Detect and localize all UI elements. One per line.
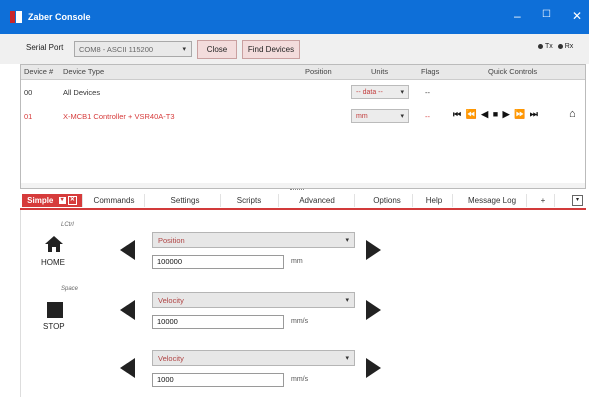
serial-port-bar: Serial Port COM8 - ASCII 115200 ▾ Close … <box>0 34 589 64</box>
move-type-select[interactable]: Position ▾ <box>152 232 355 248</box>
flags-value: -- <box>425 112 430 121</box>
move-left-button[interactable] <box>120 300 135 320</box>
simple-panel: LCtrl HOME Space STOP Position ▾ 100000 … <box>20 210 587 397</box>
device-num: 01 <box>24 112 33 121</box>
col-device-num: Device # <box>24 67 54 76</box>
tab-strip: Simple ▾ ✕ Commands Settings Scripts Adv… <box>20 192 586 210</box>
tx-label: Tx <box>545 43 553 50</box>
home-shortcut-key: LCtrl <box>61 222 74 228</box>
tx-dot-icon <box>538 43 543 49</box>
move-left-button[interactable] <box>120 358 135 378</box>
home-label: HOME <box>41 258 65 267</box>
device-type: All Devices <box>63 88 101 97</box>
tab-scripts[interactable]: Scripts <box>220 194 279 207</box>
device-table: Device # Device Type Position Units Flag… <box>20 64 586 189</box>
units-select[interactable]: mm ▾ <box>351 109 409 123</box>
quick-controls-icons[interactable]: ⏮ ⏪ ◀ ■ ▶ ⏩ ⏭ <box>453 109 539 119</box>
move-value-input[interactable]: 100000 <box>152 255 284 269</box>
move-type-value: Velocity <box>158 296 184 305</box>
table-header: Device # Device Type Position Units Flag… <box>21 65 585 80</box>
tab-commands[interactable]: Commands <box>84 194 145 207</box>
stop-shortcut-key: Space <box>61 286 79 292</box>
units-select[interactable]: -- data -- ▾ <box>351 85 409 99</box>
device-num: 00 <box>24 88 33 97</box>
move-unit: mm <box>291 258 303 265</box>
chevron-down-icon: ▾ <box>182 46 186 53</box>
device-type: X-MCB1 Controller + VSR40A-T3 <box>63 112 175 121</box>
quick-controls: ⏮ ⏪ ◀ ■ ▶ ⏩ ⏭ <box>453 109 539 120</box>
units-value: mm <box>356 113 368 120</box>
move-type-value: Position <box>158 236 185 245</box>
serial-port-value: COM8 - ASCII 115200 <box>79 45 154 54</box>
move-unit: mm/s <box>291 318 309 325</box>
chevron-down-icon: ▾ <box>345 297 349 304</box>
serial-port-select[interactable]: COM8 - ASCII 115200 ▾ <box>74 41 192 57</box>
home-icon <box>45 236 63 252</box>
flags-value: -- <box>425 88 430 97</box>
close-port-button[interactable]: Close <box>197 40 237 59</box>
chevron-down-icon: ▾ <box>345 237 349 244</box>
stop-label: STOP <box>43 322 65 331</box>
panel-menu-icon[interactable]: ▾ <box>572 195 583 206</box>
title-bar: Zaber Console – ☐ ✕ <box>0 0 589 34</box>
col-quick-controls: Quick Controls <box>488 67 538 76</box>
serial-port-label: Serial Port <box>26 43 64 52</box>
move-type-select[interactable]: Velocity ▾ <box>152 350 355 366</box>
move-right-button[interactable] <box>366 358 381 378</box>
minimize-button[interactable]: – <box>514 9 521 23</box>
home-button[interactable] <box>45 236 63 254</box>
tab-help[interactable]: Help <box>416 194 453 207</box>
move-type-value: Velocity <box>158 354 184 363</box>
maximize-button[interactable]: ☐ <box>542 9 551 20</box>
dropdown-icon[interactable]: ▾ <box>58 197 66 205</box>
rx-label: Rx <box>564 43 574 50</box>
tab-settings[interactable]: Settings <box>150 194 221 207</box>
move-left-button[interactable] <box>120 240 135 260</box>
stop-button[interactable] <box>47 302 63 318</box>
tab-message-log[interactable]: Message Log <box>458 194 527 207</box>
tab-options[interactable]: Options <box>362 194 413 207</box>
table-row[interactable]: 01 X-MCB1 Controller + VSR40A-T3 mm ▾ --… <box>21 105 585 127</box>
window-title: Zaber Console <box>28 12 91 22</box>
find-devices-button[interactable]: Find Devices <box>242 40 300 59</box>
col-flags: Flags <box>421 67 440 76</box>
tab-simple-label: Simple <box>27 196 54 205</box>
move-right-button[interactable] <box>366 240 381 260</box>
tab-add[interactable]: + <box>532 194 555 207</box>
chevron-down-icon: ▾ <box>400 89 404 96</box>
col-units: Units <box>371 67 389 76</box>
col-position: Position <box>305 67 332 76</box>
move-right-button[interactable] <box>366 300 381 320</box>
close-tab-icon[interactable]: ✕ <box>67 196 77 206</box>
tab-simple[interactable]: Simple ▾ ✕ <box>22 194 83 207</box>
rx-dot-icon <box>557 43 563 49</box>
col-device-type: Device Type <box>63 67 105 76</box>
close-window-button[interactable]: ✕ <box>572 9 582 23</box>
tab-advanced[interactable]: Advanced <box>280 194 355 207</box>
move-type-select[interactable]: Velocity ▾ <box>152 292 355 308</box>
chevron-down-icon: ▾ <box>400 113 404 120</box>
app-logo-icon <box>10 11 22 23</box>
units-value: -- data -- <box>356 89 383 96</box>
table-row[interactable]: 00 All Devices -- data -- ▾ -- <box>21 81 585 103</box>
move-value-input[interactable]: 10000 <box>152 315 284 329</box>
tx-rx-indicator: Tx Rx <box>538 43 573 50</box>
chevron-down-icon: ▾ <box>345 355 349 362</box>
move-unit: mm/s <box>291 376 309 383</box>
move-value-input[interactable]: 1000 <box>152 373 284 387</box>
home-icon[interactable]: ⌂ <box>569 108 577 120</box>
table-empty-area <box>21 183 585 188</box>
